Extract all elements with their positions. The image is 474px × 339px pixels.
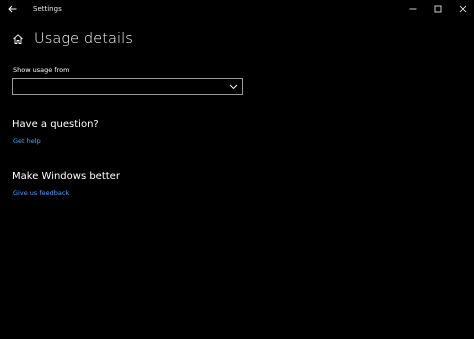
- close-icon: [459, 5, 467, 13]
- back-button[interactable]: [4, 2, 20, 16]
- get-help-link[interactable]: Get help: [13, 137, 41, 145]
- have-a-question-heading: Have a question?: [12, 119, 99, 130]
- minimize-button[interactable]: [405, 2, 421, 16]
- show-usage-dropdown[interactable]: [12, 78, 243, 95]
- page-title: Usage details: [34, 31, 133, 47]
- close-button[interactable]: [455, 2, 471, 16]
- back-arrow-icon: [7, 5, 16, 13]
- title-bar: Settings: [0, 0, 474, 18]
- home-icon[interactable]: [11, 32, 25, 46]
- chevron-down-icon: [229, 82, 238, 91]
- maximize-icon: [434, 5, 442, 13]
- make-windows-better-heading: Make Windows better: [12, 171, 120, 182]
- maximize-button[interactable]: [430, 2, 446, 16]
- show-usage-label: Show usage from: [13, 66, 70, 74]
- app-title: Settings: [33, 5, 62, 13]
- minimize-icon: [409, 8, 417, 10]
- page-header: Usage details: [11, 29, 133, 49]
- give-feedback-link[interactable]: Give us feedback: [13, 189, 69, 197]
- settings-window: Settings Usage details Show usage from H…: [0, 0, 474, 339]
